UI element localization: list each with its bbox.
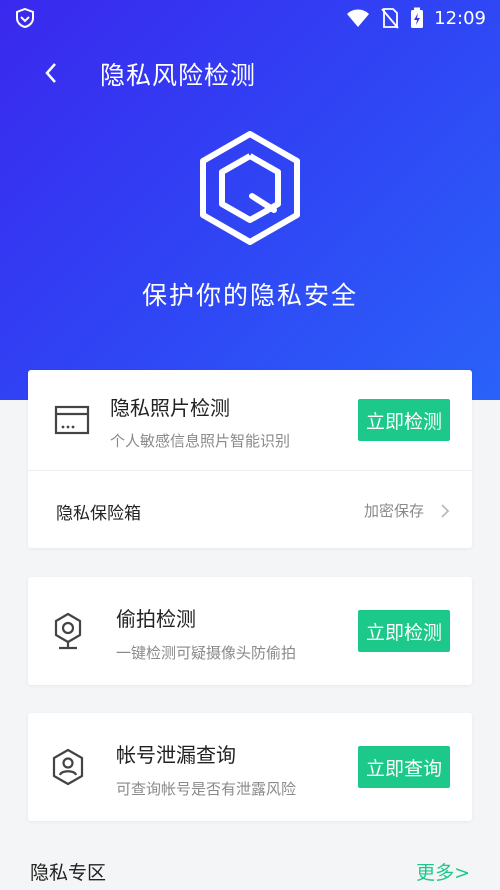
section-title: 隐私专区: [30, 862, 107, 884]
shield-icon: [16, 7, 34, 29]
back-button[interactable]: [34, 56, 68, 90]
battery-charging-icon: [411, 7, 424, 28]
camera-check-card: 偷拍检测 一键检测可疑摄像头防偷拍 立即检测: [28, 577, 472, 685]
app-bar: 隐私风险检测: [0, 48, 500, 98]
status-bar: 12:09: [0, 0, 500, 36]
more-link[interactable]: 更多>: [416, 858, 470, 885]
camera-check-title: 偷拍检测: [116, 607, 196, 631]
camera-check-subtitle: 一键检测可疑摄像头防偷拍: [116, 644, 297, 662]
camera-check-button[interactable]: 立即检测: [358, 610, 450, 652]
vault-label: 隐私保险箱: [56, 504, 141, 524]
photo-check-card: 隐私照片检测 个人敏感信息照片智能识别 立即检测 隐私保险箱 加密保存: [28, 370, 472, 548]
photo-check-title: 隐私照片检测: [110, 396, 230, 420]
photo-check-subtitle: 个人敏感信息照片智能识别: [110, 432, 291, 450]
camera-icon: [48, 611, 88, 651]
chevron-right-icon: [441, 503, 450, 518]
photo-window-icon: [52, 400, 92, 440]
no-sim-icon: [381, 8, 399, 29]
photo-check-row: 隐私照片检测 个人敏感信息照片智能识别 立即检测: [28, 370, 472, 470]
account-check-title: 帐号泄漏查询: [116, 743, 236, 767]
account-check-button[interactable]: 立即查询: [358, 746, 450, 788]
chevron-left-icon: [45, 63, 56, 83]
account-shield-icon: [48, 747, 88, 787]
status-time: 12:09: [434, 7, 486, 29]
account-check-subtitle: 可查询帐号是否有泄露风险: [116, 780, 297, 798]
photo-check-button[interactable]: 立即检测: [358, 399, 450, 441]
account-check-card: 帐号泄漏查询 可查询帐号是否有泄露风险 立即查询: [28, 713, 472, 821]
hero-subtitle: 保护你的隐私安全: [141, 281, 358, 310]
privacy-section-header: 隐私专区 更多>: [0, 856, 500, 890]
page-title: 隐私风险检测: [100, 61, 257, 90]
vault-status: 加密保存: [364, 500, 450, 521]
vault-value: 加密保存: [363, 502, 424, 520]
vault-row[interactable]: 隐私保险箱 加密保存: [28, 471, 472, 548]
privacy-hexagon-icon: [200, 131, 300, 245]
wifi-icon: [347, 9, 370, 27]
